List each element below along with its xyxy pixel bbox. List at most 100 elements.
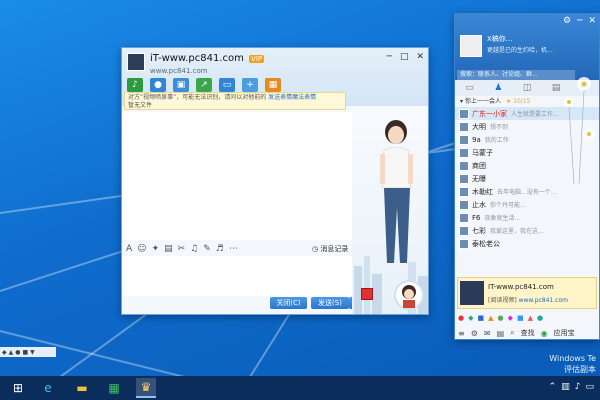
network-icon[interactable]: ▥ xyxy=(561,382,570,392)
history-button[interactable]: ◷ 消息记录 xyxy=(312,244,348,254)
image-icon[interactable]: ▤ xyxy=(164,244,173,254)
remote-desktop-icon[interactable]: ▣ xyxy=(173,78,189,92)
app-icon[interactable]: ▲ xyxy=(488,314,493,322)
close-chat-button[interactable]: 关闭(C) xyxy=(270,297,307,309)
screenshot-icon[interactable]: ✂ xyxy=(178,244,186,254)
chat-window[interactable]: iT-www.pc841.com VIP www.pc841.com ─ □ ✕… xyxy=(121,47,429,315)
avatar-figure xyxy=(380,120,413,268)
contact-avatar[interactable] xyxy=(459,134,469,145)
contact-avatar[interactable] xyxy=(459,199,469,210)
start-button[interactable]: ⊞ xyxy=(8,378,28,398)
tray-arrow-icon[interactable]: ⌃ xyxy=(549,382,557,392)
screen-share-icon[interactable]: ▭ xyxy=(219,78,235,92)
app-icon[interactable]: ■ xyxy=(517,314,524,322)
qq-nickname[interactable]: X稿你... xyxy=(487,34,512,44)
contact-row[interactable]: F6 现象就生活... xyxy=(455,211,599,224)
notice-link[interactable]: 发送表情魔法表情 xyxy=(268,94,316,101)
tab-messages-icon[interactable]: ▭ xyxy=(465,83,474,93)
app-icon[interactable]: ◆ xyxy=(468,314,473,322)
contact-row[interactable]: 七彩 我爱这里，我在这... xyxy=(455,224,599,237)
contact-name: F6 xyxy=(472,213,481,222)
settings-icon[interactable]: ⚙ xyxy=(471,329,478,338)
message-manager-icon[interactable]: ✉ xyxy=(484,329,491,338)
store-icon[interactable]: ▦ xyxy=(104,378,124,398)
music-icon[interactable]: ♬ xyxy=(216,244,224,254)
app-icon[interactable]: ● xyxy=(537,314,543,322)
contact-signature: 我的工作 xyxy=(484,137,509,144)
video-call-icon[interactable]: ● xyxy=(150,78,166,92)
voice-call-icon[interactable]: ♪ xyxy=(127,78,143,92)
main-menu-icon[interactable]: ≡ xyxy=(458,329,465,338)
emoji-icon[interactable]: ☺ xyxy=(137,244,146,254)
chat-avatar[interactable] xyxy=(127,53,145,71)
contact-row[interactable]: 止水 你个丹可能... xyxy=(455,198,599,211)
settings-button[interactable]: ⚙ xyxy=(563,16,571,26)
qq-minimize-button[interactable]: ─ xyxy=(577,16,582,26)
mini-icon[interactable]: ▲ xyxy=(9,349,14,356)
file-transfer-icon[interactable]: ↗ xyxy=(196,78,212,92)
internet-explorer-icon[interactable]: e xyxy=(38,378,58,398)
floating-mini-toolbar[interactable]: ◆ ▲ ● ■ ▼ xyxy=(0,347,56,357)
mini-icon[interactable]: ▼ xyxy=(30,349,35,356)
find-label[interactable]: 查找 xyxy=(521,328,535,338)
chat-subtitle: www.pc841.com xyxy=(150,67,208,75)
app-icon[interactable]: ▲ xyxy=(528,314,533,322)
message-history-area[interactable] xyxy=(122,112,352,240)
contact-avatar[interactable] xyxy=(459,147,469,158)
mic-icon[interactable]: ♫ xyxy=(190,244,198,254)
notice-text: 对方“视频喷泉事”，可能无法识别，请问以对他前的 xyxy=(128,94,267,101)
qq-close-button[interactable]: ✕ xyxy=(588,16,596,26)
app-store-label[interactable]: 应用宝 xyxy=(554,328,575,338)
contact-signature: 你个丹可能... xyxy=(490,202,526,209)
contact-avatar[interactable] xyxy=(459,173,469,184)
contact-avatar[interactable] xyxy=(459,212,469,223)
contact-avatar[interactable] xyxy=(459,121,469,132)
flag-icon[interactable] xyxy=(361,288,373,300)
qq-taskbar-icon[interactable]: ♛ xyxy=(136,378,156,398)
card-avatar[interactable] xyxy=(460,281,484,305)
notice-end: 暂无文件 xyxy=(128,102,153,109)
qq-user-avatar[interactable] xyxy=(460,35,482,57)
contact-avatar[interactable] xyxy=(459,108,469,119)
app-icon[interactable]: ■ xyxy=(478,314,485,322)
buddy-profile-photo[interactable] xyxy=(394,280,424,310)
tab-contacts-icon[interactable]: ♟ xyxy=(494,83,502,93)
group-name: 你上一一会人 xyxy=(464,98,501,105)
app-icon[interactable]: ● xyxy=(498,314,504,322)
contact-avatar[interactable] xyxy=(459,238,469,249)
contact-row[interactable]: 泰松老公 xyxy=(455,237,599,250)
apps-grid-icon[interactable]: ▦ xyxy=(265,78,281,92)
card-link[interactable]: www.pc841.com xyxy=(519,297,568,304)
maximize-button[interactable]: □ xyxy=(400,52,409,62)
edit-icon[interactable]: ✎ xyxy=(203,244,211,254)
app-icon[interactable]: ◆ xyxy=(508,314,513,322)
mini-icon[interactable]: ◆ xyxy=(2,349,7,356)
qq-signature[interactable]: 更越是已的生约哈，机... xyxy=(487,45,553,54)
close-window-button[interactable]: ✕ xyxy=(416,52,424,62)
tab-groups-icon[interactable]: ◫ xyxy=(523,83,532,93)
send-button[interactable]: 发送(S) xyxy=(311,297,349,309)
file-icon[interactable]: ▤ xyxy=(497,329,505,338)
message-input[interactable] xyxy=(122,256,352,296)
notification-icon[interactable]: ▭ xyxy=(585,382,594,392)
create-group-icon[interactable]: + xyxy=(242,78,258,92)
app-icon[interactable]: ● xyxy=(458,314,464,322)
font-icon[interactable]: A xyxy=(126,244,132,254)
minimize-button[interactable]: ─ xyxy=(387,52,392,62)
contact-row[interactable]: 木勒红 去年电脑...没有一个... xyxy=(455,185,599,198)
volume-icon[interactable]: ♪ xyxy=(575,382,581,392)
contact-avatar[interactable] xyxy=(459,225,469,236)
search-icon[interactable]: ⌕ xyxy=(510,328,514,338)
file-explorer-icon[interactable]: ▬ xyxy=(72,378,92,398)
app-store-icon[interactable]: ◉ xyxy=(541,329,548,338)
contact-avatar[interactable] xyxy=(459,160,469,171)
mini-icon[interactable]: ● xyxy=(15,349,20,356)
shake-icon[interactable]: ✦ xyxy=(152,244,160,254)
contact-info-card[interactable]: IT-www.pc841.com [阅读视频] www.pc841.com xyxy=(457,277,597,309)
vip-badge: VIP xyxy=(249,55,265,63)
mini-icon[interactable]: ■ xyxy=(23,349,29,356)
qq-header: ⚙ ─ ✕ X稿你... 更越是已的生约哈，机... 搜索：联系人、讨论组、群.… xyxy=(455,14,599,80)
contact-avatar[interactable] xyxy=(459,186,469,197)
more-icon[interactable]: ⋯ xyxy=(229,244,238,254)
qq-main-panel[interactable]: ⚙ ─ ✕ X稿你... 更越是已的生约哈，机... 搜索：联系人、讨论组、群.… xyxy=(454,13,600,340)
